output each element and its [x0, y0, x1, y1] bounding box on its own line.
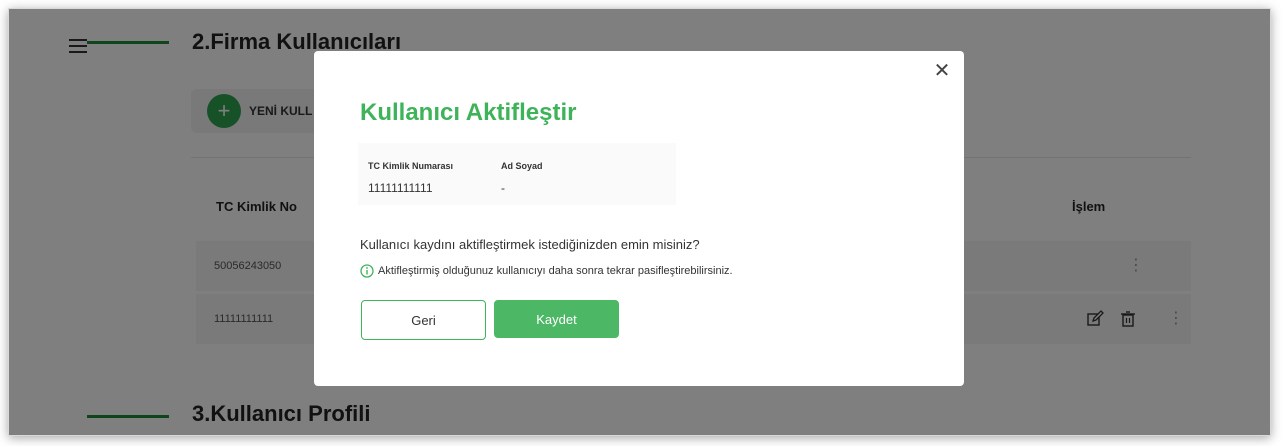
- name-value: -: [501, 181, 505, 195]
- app-frame: 2.Firma Kullanıcıları + YENİ KULL TC Kim…: [8, 8, 1271, 436]
- tc-value: 11111111111: [368, 181, 433, 195]
- info-icon: [360, 264, 374, 278]
- save-button[interactable]: Kaydet: [494, 300, 619, 338]
- tc-label: TC Kimlik Numarası: [368, 161, 454, 171]
- info-note-text: Aktifleştirmiş olduğunuz kullanıcıyı dah…: [378, 265, 733, 277]
- close-icon[interactable]: ✕: [932, 61, 952, 81]
- user-info-box: TC Kimlik Numarası 11111111111 Ad Soyad …: [358, 143, 676, 205]
- info-note: Aktifleştirmiş olduğunuz kullanıcıyı dah…: [360, 264, 733, 278]
- name-label: Ad Soyad: [501, 161, 543, 171]
- back-button[interactable]: Geri: [361, 300, 486, 340]
- confirmation-question: Kullanıcı kaydını aktifleştirmek istediğ…: [360, 237, 700, 252]
- activate-user-modal: ✕ Kullanıcı Aktifleştir TC Kimlik Numara…: [314, 51, 964, 386]
- modal-title: Kullanıcı Aktifleştir: [360, 99, 577, 126]
